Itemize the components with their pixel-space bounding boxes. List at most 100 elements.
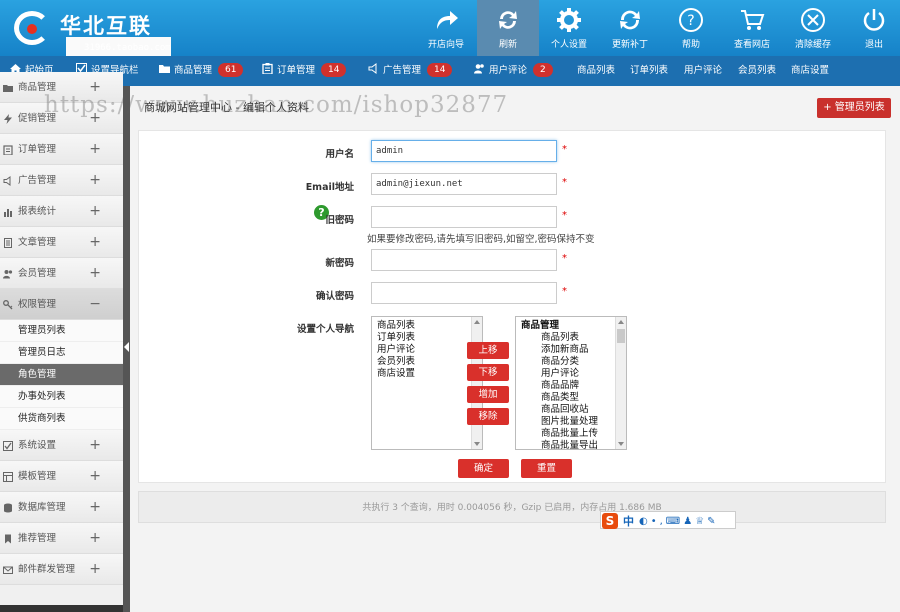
sidebar-item-templates[interactable]: 模板管理 + bbox=[0, 461, 123, 492]
expand-icon: + bbox=[89, 561, 101, 577]
email-field[interactable]: admin@jiexun.net bbox=[371, 173, 557, 195]
reviews-count-badge: 2 bbox=[533, 63, 553, 77]
required-mark: * bbox=[562, 210, 567, 221]
list-item[interactable]: 商品列表 bbox=[521, 332, 626, 344]
list-item[interactable]: 添加新商品 bbox=[521, 344, 626, 356]
submit-button[interactable]: 确定 bbox=[458, 459, 509, 478]
new-password-field[interactable] bbox=[371, 249, 557, 271]
required-mark: * bbox=[562, 177, 567, 188]
key-icon bbox=[3, 300, 13, 310]
close-circle-icon bbox=[801, 8, 825, 32]
list-item[interactable]: 商品列表 bbox=[377, 320, 482, 332]
nav-link-order-list[interactable]: 订单列表 bbox=[630, 56, 668, 86]
list-item[interactable]: 图片批量处理 bbox=[521, 416, 626, 428]
add-button[interactable]: 增加 bbox=[467, 386, 509, 403]
sidebar-item-mailing[interactable]: 邮件群发管理 + bbox=[0, 554, 123, 585]
list-item[interactable]: 商品类型 bbox=[521, 392, 626, 404]
nav-link-member-list[interactable]: 会员列表 bbox=[738, 56, 776, 86]
confirm-password-field[interactable] bbox=[371, 282, 557, 304]
toolbar-button-store-wizard[interactable]: 开店向导 bbox=[415, 0, 477, 56]
list-item[interactable]: 商品品牌 bbox=[521, 380, 626, 392]
sidebar-subitem-suppliers[interactable]: 供货商列表 bbox=[0, 408, 123, 430]
sidebar: 商品管理 + 促销管理 + 订单管理 + 广告管理 + 报表统计 + 文章管理 + 会员管理… bbox=[0, 72, 123, 612]
toolbar-button-view-store[interactable]: 查看网店 bbox=[721, 0, 783, 56]
sidebar-item-system[interactable]: 系统设置 + bbox=[0, 430, 123, 461]
ime-toolbar[interactable]: S 中 ◐•,⌨♟♕✎ bbox=[600, 511, 736, 529]
toolbar-button-logout[interactable]: 退出 bbox=[845, 0, 900, 56]
gear-icon bbox=[557, 8, 581, 32]
sidebar-bottom-bar bbox=[0, 605, 123, 612]
nav-link-store-settings[interactable]: 商店设置 bbox=[791, 56, 829, 86]
nav-ads[interactable]: 广告管理 14 bbox=[368, 56, 453, 86]
power-icon bbox=[863, 9, 885, 31]
listbox-scrollbar[interactable] bbox=[615, 317, 626, 449]
list-item[interactable]: 用户评论 bbox=[521, 368, 626, 380]
toolbar-button-clear-cache[interactable]: 清除缓存 bbox=[782, 0, 844, 56]
sidebar-item-recommend[interactable]: 推荐管理 + bbox=[0, 523, 123, 554]
logo-icon bbox=[14, 11, 50, 45]
nav-bar: 起始页 设置导航栏 商品管理 61 订单管理 14 广告管理 14 用户评论 2 商品列… bbox=[0, 56, 900, 86]
toolbar-label: 帮助 bbox=[681, 40, 700, 50]
toolbar-button-refresh[interactable]: 刷新 bbox=[477, 0, 539, 56]
sidebar-item-permissions[interactable]: 权限管理 − bbox=[0, 289, 123, 320]
move-down-button[interactable]: 下移 bbox=[467, 364, 509, 381]
sidebar-item-members[interactable]: 会员管理 + bbox=[0, 258, 123, 289]
available-nav-listbox[interactable]: 商品管理 商品列表 添加新商品 商品分类 用户评论 商品品牌 商品类型 商品回收… bbox=[515, 316, 627, 450]
brand-name: 华北互联 bbox=[60, 14, 152, 38]
toolbar-button-help[interactable]: ? 帮助 bbox=[660, 0, 722, 56]
list-item[interactable]: 商品回收站 bbox=[521, 404, 626, 416]
username-field[interactable]: admin bbox=[371, 140, 557, 162]
selected-nav-listbox[interactable]: 商品列表 订单列表 用户评论 会员列表 商店设置 bbox=[371, 316, 483, 450]
speaker-icon bbox=[3, 176, 11, 186]
nav-goods[interactable]: 商品管理 61 bbox=[159, 56, 244, 86]
scroll-down-icon[interactable] bbox=[618, 442, 624, 446]
nav-orders-label: 订单管理 bbox=[277, 65, 316, 76]
scroll-up-icon[interactable] bbox=[618, 320, 624, 324]
nav-ads-label: 广告管理 bbox=[383, 65, 422, 76]
toolbar-label: 刷新 bbox=[498, 40, 517, 50]
sidebar-subitem-admin-list[interactable]: 管理员列表 bbox=[0, 320, 123, 342]
cart-icon bbox=[741, 10, 765, 30]
nav-orders[interactable]: 订单管理 14 bbox=[262, 56, 347, 86]
ime-mode[interactable]: 中 bbox=[623, 513, 634, 529]
reset-button[interactable]: 重置 bbox=[521, 459, 572, 478]
list-item[interactable]: 商品批量导出 bbox=[521, 440, 626, 449]
sidebar-subitem-roles[interactable]: 角色管理 bbox=[0, 364, 123, 386]
sidebar-item-reports[interactable]: 报表统计 + bbox=[0, 196, 123, 227]
lightning-icon bbox=[4, 114, 12, 124]
move-up-button[interactable]: 上移 bbox=[467, 342, 509, 359]
toolbar-label: 查看网店 bbox=[733, 40, 770, 50]
sidebar-item-label: 数据库管理 bbox=[18, 502, 66, 513]
list-item[interactable]: 商品分类 bbox=[521, 356, 626, 368]
listbox-scrollbar[interactable] bbox=[471, 317, 482, 449]
sidebar-subitem-admin-log[interactable]: 管理员日志 bbox=[0, 342, 123, 364]
nav-reviews[interactable]: 用户评论 2 bbox=[474, 56, 553, 86]
expand-icon: + bbox=[89, 234, 101, 250]
sidebar-subitem-offices[interactable]: 办事处列表 bbox=[0, 386, 123, 408]
scroll-thumb[interactable] bbox=[617, 329, 625, 343]
update-icon bbox=[620, 10, 640, 30]
old-password-field[interactable] bbox=[371, 206, 557, 228]
sidebar-item-orders[interactable]: 订单管理 + bbox=[0, 134, 123, 165]
folder-icon bbox=[3, 85, 13, 92]
toolbar-button-update-patch[interactable]: 更新补丁 bbox=[599, 0, 661, 56]
nav-reviews-label: 用户评论 bbox=[489, 65, 528, 76]
sidebar-item-articles[interactable]: 文章管理 + bbox=[0, 227, 123, 258]
scroll-down-icon[interactable] bbox=[474, 442, 480, 446]
ime-tools-icons[interactable]: ◐•,⌨♟♕✎ bbox=[639, 516, 719, 527]
scroll-up-icon[interactable] bbox=[474, 320, 480, 324]
sidebar-item-label: 订单管理 bbox=[18, 144, 57, 155]
sidebar-item-ads[interactable]: 广告管理 + bbox=[0, 165, 123, 196]
list-item[interactable]: 商品批量上传 bbox=[521, 428, 626, 440]
collapse-arrow-icon[interactable] bbox=[124, 342, 129, 352]
toolbar-button-personal-settings[interactable]: 个人设置 bbox=[538, 0, 600, 56]
check-icon bbox=[3, 441, 13, 451]
required-mark: * bbox=[562, 286, 567, 297]
nav-link-user-reviews[interactable]: 用户评论 bbox=[684, 56, 722, 86]
remove-button[interactable]: 移除 bbox=[467, 408, 509, 425]
admin-list-button[interactable]: + 管理员列表 bbox=[817, 98, 891, 118]
nav-link-goods-list[interactable]: 商品列表 bbox=[577, 56, 615, 86]
expand-icon: + bbox=[89, 265, 101, 281]
sidebar-item-database[interactable]: 数据库管理 + bbox=[0, 492, 123, 523]
toolbar-label: 开店向导 bbox=[427, 40, 464, 50]
